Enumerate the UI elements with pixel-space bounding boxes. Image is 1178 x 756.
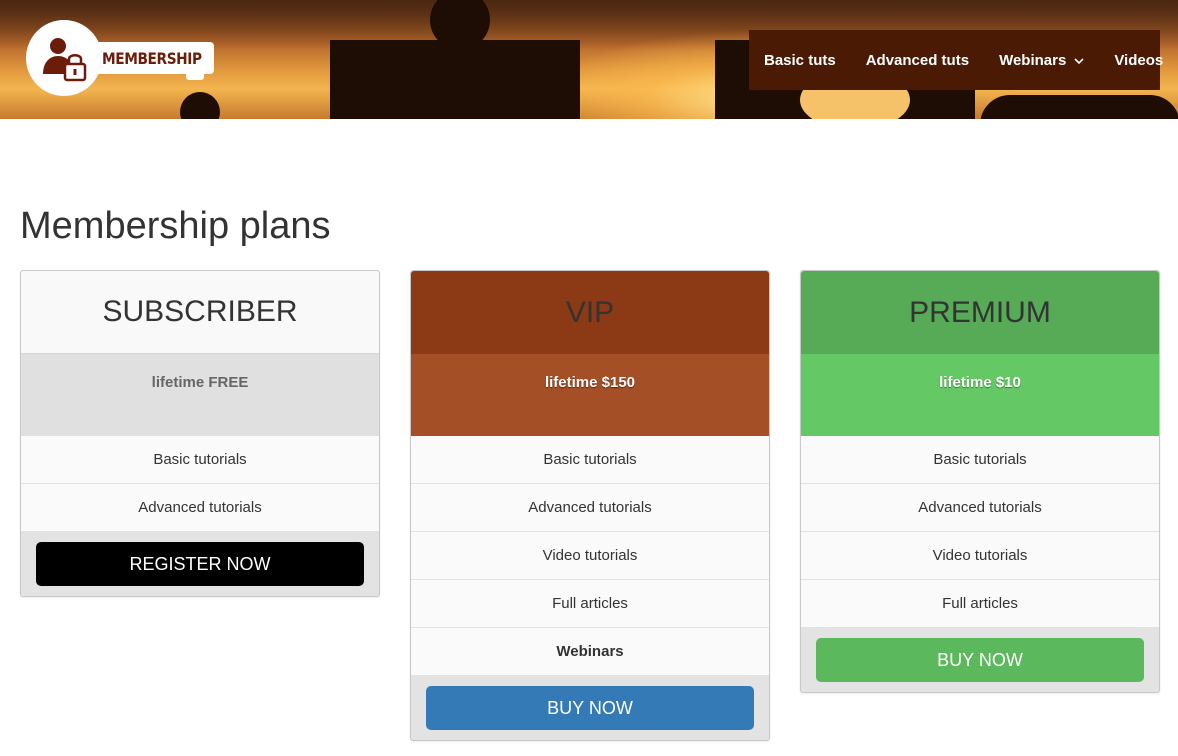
plan-price: lifetime FREE — [21, 354, 379, 436]
nav-item-label: Webinars — [999, 51, 1067, 69]
nav-item-label: Videos — [1114, 51, 1164, 69]
nav-item-webinars[interactable]: Webinars — [999, 52, 1084, 69]
plan-card-subscriber: SUBSCRIBER lifetime FREE Basic tutorials… — [20, 270, 380, 597]
plan-card-vip: VIP lifetime $150 Basic tutorials Advanc… — [410, 270, 770, 741]
plan-footer: REGISTER NOW — [21, 532, 379, 596]
plan-feature: Video tutorials — [801, 532, 1159, 580]
register-now-button[interactable]: REGISTER NOW — [36, 542, 364, 586]
page-title: Membership plans — [20, 205, 331, 247]
main-nav: Basic tuts Advanced tuts Webinars Videos — [749, 30, 1163, 90]
plan-footer: BUY NOW — [411, 676, 769, 740]
plan-feature: Full articles — [801, 580, 1159, 628]
logo-text: MEMBERSHIP — [102, 48, 202, 68]
nav-item-basic-tuts[interactable]: Basic tuts — [764, 52, 836, 69]
plan-name: SUBSCRIBER — [21, 271, 379, 354]
plan-feature: Webinars — [411, 628, 769, 676]
logo-badge: MEMBERSHIP — [88, 42, 214, 74]
plan-price: lifetime $150 — [411, 354, 769, 436]
plan-price: lifetime $10 — [801, 354, 1159, 436]
plan-feature: Basic tutorials — [411, 436, 769, 484]
plan-name: VIP — [411, 271, 769, 354]
banner-puzzle-piece — [330, 40, 580, 119]
plan-feature: Advanced tutorials — [21, 484, 379, 532]
banner-silhouette — [180, 92, 220, 119]
user-lock-icon — [26, 20, 102, 96]
nav-item-label: Advanced tuts — [865, 51, 970, 69]
plan-feature: Video tutorials — [411, 532, 769, 580]
plan-feature: Basic tutorials — [21, 436, 379, 484]
chevron-down-icon — [1074, 52, 1084, 69]
plan-feature: Advanced tutorials — [411, 484, 769, 532]
buy-now-button-vip[interactable]: BUY NOW — [426, 686, 754, 730]
plan-footer: BUY NOW — [801, 628, 1159, 692]
plan-feature: Basic tutorials — [801, 436, 1159, 484]
nav-item-advanced-tuts[interactable]: Advanced tuts — [866, 52, 969, 69]
buy-now-button-premium[interactable]: BUY NOW — [816, 638, 1144, 682]
nav-item-videos[interactable]: Videos — [1114, 52, 1163, 69]
plan-card-premium: PREMIUM lifetime $10 Basic tutorials Adv… — [800, 270, 1160, 693]
nav-item-label: Basic tuts — [764, 51, 836, 69]
plan-feature: Full articles — [411, 580, 769, 628]
banner-silhouette — [980, 95, 1178, 119]
plan-feature: Advanced tutorials — [801, 484, 1159, 532]
plan-name: PREMIUM — [801, 271, 1159, 354]
header-banner: MEMBERSHIP Basic tuts Advanced tuts Webi… — [0, 0, 1178, 119]
